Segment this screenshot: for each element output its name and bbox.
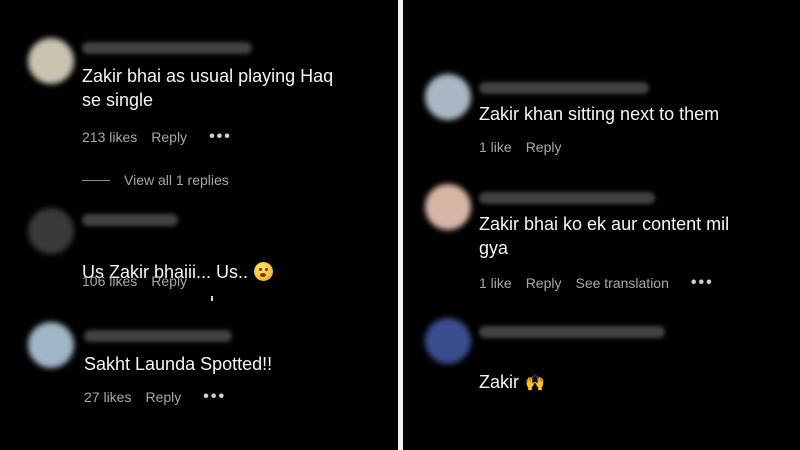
comment-text-content: Zakir [479,372,519,392]
username-blurred[interactable] [84,330,232,342]
comment-text: Sakht Launda Spotted!! [84,354,273,374]
comment-meta: 27 likes Reply ••• [84,388,240,406]
likes-count[interactable]: 213 likes [82,129,137,145]
comment-meta: 1 like Reply [479,139,575,155]
likes-count[interactable]: 1 like [479,275,512,291]
username-blurred[interactable] [82,214,178,226]
left-comments-panel: Zakir bhai as usual playing Haq se singl… [0,0,398,450]
comment-text: Zakir bhai as usual playing Haq se singl… [82,66,334,110]
more-options-icon[interactable]: ••• [209,128,232,146]
right-comments-panel: Zakir khan sitting next to them 1 like R… [403,0,800,450]
more-options-icon[interactable]: ••• [691,274,714,292]
username-blurred[interactable] [82,42,252,54]
see-translation-link[interactable]: See translation [575,275,668,291]
likes-count[interactable]: 106 likes [82,273,137,289]
comment-text: Zakir 🙌 [479,346,789,396]
view-replies-label[interactable]: View all 1 replies [124,172,229,188]
raised-hands-icon: 🙌 [525,375,545,392]
reply-button[interactable]: Reply [145,389,181,405]
avatar[interactable] [425,318,471,364]
comment-meta: 106 likes Reply [82,273,201,289]
reply-button[interactable]: Reply [526,139,562,155]
likes-count[interactable]: 1 like [479,139,512,155]
view-replies-link[interactable]: View all 1 replies [82,172,229,188]
avatar[interactable] [28,38,74,84]
avatar[interactable] [425,184,471,230]
reply-button[interactable]: Reply [151,129,187,145]
reply-button[interactable]: Reply [151,273,187,289]
avatar[interactable] [28,208,74,254]
comment-text: Zakir bhai ko ek aur content mil gya [479,214,730,258]
avatar[interactable] [28,322,74,368]
replies-line [82,179,110,181]
avatar[interactable] [425,74,471,120]
username-blurred[interactable] [479,82,649,94]
username-blurred[interactable] [479,192,655,204]
more-options-icon[interactable]: ••• [203,388,226,406]
username-blurred[interactable] [479,326,665,338]
comment-text: Zakir khan sitting next to them [479,104,720,124]
comment-meta: 213 likes Reply ••• [82,128,246,146]
comment-meta: 1 like Reply See translation ••• [479,274,728,292]
speck [211,296,213,301]
reply-button[interactable]: Reply [526,275,562,291]
likes-count[interactable]: 27 likes [84,389,131,405]
face-emoji-icon [254,262,274,281]
